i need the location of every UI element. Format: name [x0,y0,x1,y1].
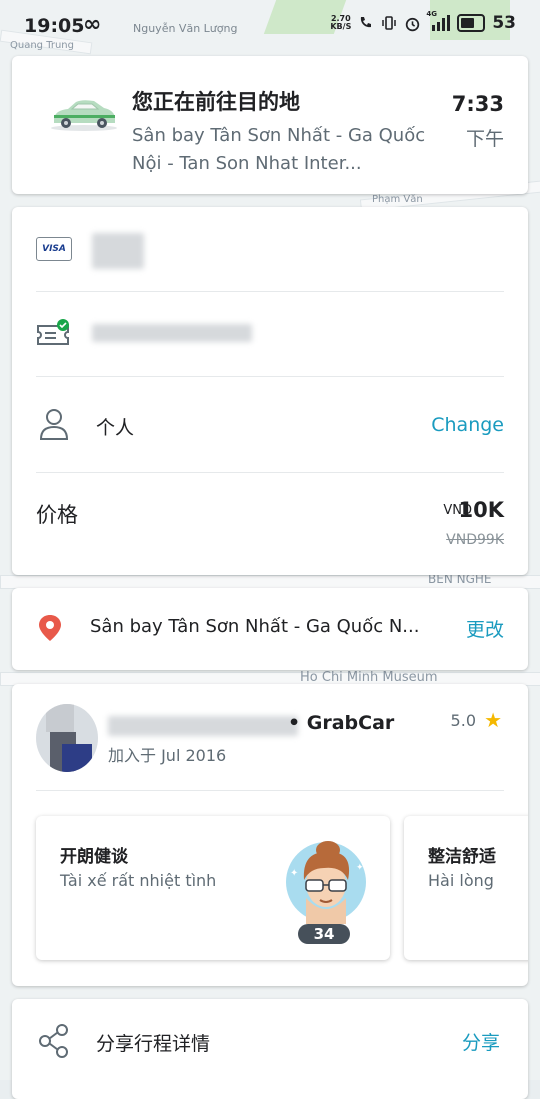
map-label-street: Phạm Văn [372,194,423,205]
driver-rating: 5.0 [450,711,476,730]
compliment-subtitle: Tài xế rất nhiệt tình [60,871,217,890]
status-icons: 2.70 KB/S 4G 53 [330,10,516,33]
compliment-title: 开朗健谈 [60,847,128,867]
payment-method-row[interactable]: VISA [12,207,528,291]
location-pin-icon [39,615,61,641]
promo-code-redacted [92,324,252,342]
trip-status-card[interactable]: 您正在前往目的地 Sân bay Tân Sơn Nhất - Ga Quốc … [12,56,528,194]
payment-card: VISA 个人 Change 价格 VND 10K VND99K [12,207,528,575]
promo-row[interactable] [12,292,528,376]
battery-level: 53 [492,13,516,33]
change-profile-button[interactable]: Change [431,414,504,436]
eta-time: 7:33 [451,92,504,116]
infinity-icon: ∞ [83,12,102,37]
compliment-count-badge: 34 [298,924,350,944]
price-value: 10K [458,498,505,522]
share-card[interactable]: 分享行程详情 分享 [12,999,528,1099]
network-speed: 2.70 KB/S [330,14,352,31]
compliment-card[interactable]: 开朗健谈 Tài xế rất nhiệt tình ✦ ✦ 34 [36,816,390,960]
original-price: VND99K [446,532,504,548]
person-icon [39,409,69,440]
map-label-poi: Ho Chi Minh Museum [300,670,438,685]
driver-card: • GrabCar 加入于 Jul 2016 5.0 ★ 开朗健谈 Tài xế… [12,684,528,986]
compliment-title: 整洁舒适 [428,847,496,867]
trip-status-title: 您正在前往目的地 [132,90,300,114]
status-carrier-name: Nguyễn Văn Lượng [133,22,238,35]
vibrate-icon [382,16,397,30]
trip-destination: Sân bay Tân Sơn Nhất - Ga Quốc Nội - Tan… [132,125,426,174]
destination-address: Sân bay Tân Sơn Nhất - Ga Quốc N... [90,616,420,637]
share-icon [39,1024,68,1058]
svg-text:✦: ✦ [290,868,298,879]
driver-avatar[interactable] [36,704,98,772]
compliment-card[interactable]: 整洁舒适 Hài lòng [404,816,528,960]
ticket-check-icon [37,319,69,345]
compliment-subtitle: Hài lòng [428,871,494,890]
price-label: 价格 [36,503,78,527]
change-destination-button[interactable]: 更改 [466,615,504,642]
svg-text:✦: ✦ [356,863,364,873]
phone-call-icon [361,17,372,28]
signal-icon: 4G [426,10,451,31]
share-button[interactable]: 分享 [462,1028,500,1055]
profile-label: 个人 [96,417,135,439]
alarm-icon [406,17,420,31]
eta-ampm: 下午 [465,128,504,150]
card-number-redacted [92,233,144,269]
cool-driver-badge-icon: ✦ ✦ [286,841,366,924]
status-bar: 19:05 ∞ Nguyễn Văn Lượng 2.70 KB/S 4G 53 [0,0,540,52]
driver-name-redacted [108,716,298,736]
driver-vehicle-type: • GrabCar [288,712,395,734]
car-icon [51,100,117,131]
status-time: 19:05 [24,15,85,37]
star-icon: ★ [484,708,502,732]
battery-icon [457,14,486,32]
share-trip-label: 分享行程详情 [96,1033,211,1055]
destination-card: Sân bay Tân Sơn Nhất - Ga Quốc N... 更改 [12,588,528,670]
visa-card-icon: VISA [36,237,72,261]
profile-row[interactable]: 个人 Change [12,377,528,472]
driver-joined-date: 加入于 Jul 2016 [108,746,227,765]
